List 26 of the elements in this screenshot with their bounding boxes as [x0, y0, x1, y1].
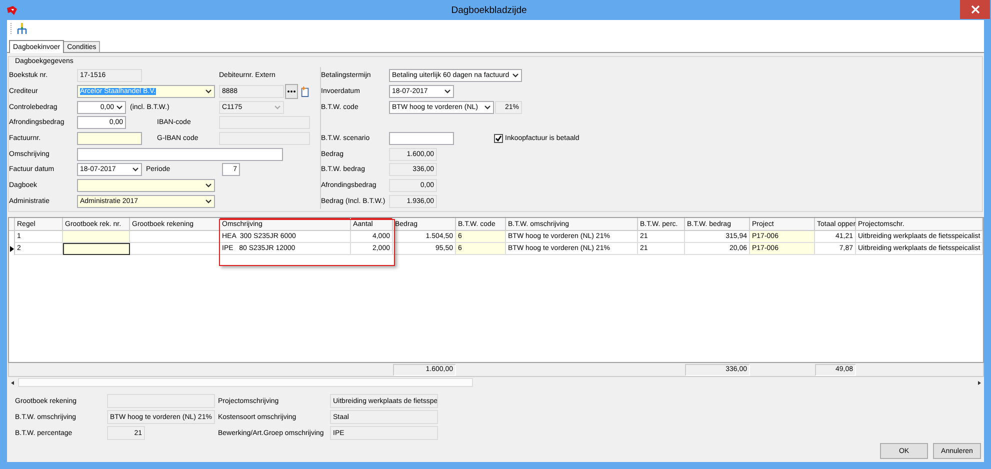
caret-icon — [484, 104, 491, 110]
ellipsis-icon — [287, 90, 296, 94]
checkbox[interactable] — [494, 134, 503, 144]
input-field[interactable] — [77, 132, 142, 146]
input-field[interactable] — [389, 132, 454, 146]
app-icon — [6, 4, 18, 16]
hierarchy-icon — [16, 23, 28, 35]
window-title: Dagboekbladzijde — [450, 4, 528, 16]
new-document-icon — [300, 85, 310, 98]
caret-icon — [205, 198, 212, 204]
new-document-button[interactable] — [299, 84, 311, 100]
toolbar-button[interactable] — [15, 22, 29, 36]
caret-icon — [274, 104, 281, 110]
caret-icon — [205, 183, 212, 188]
caret-icon — [444, 89, 451, 94]
caret-icon — [132, 167, 139, 172]
close-icon — [970, 5, 980, 14]
browse-button[interactable] — [285, 84, 298, 100]
input-field[interactable] — [77, 148, 283, 161]
caret-icon — [205, 89, 212, 94]
caret-icon — [512, 73, 519, 78]
row-pointer-icon — [10, 246, 14, 252]
table-cell[interactable] — [63, 243, 130, 255]
caret-icon — [116, 104, 123, 110]
close-button[interactable] — [960, 0, 990, 19]
scrollbar-thumb[interactable] — [18, 378, 473, 387]
